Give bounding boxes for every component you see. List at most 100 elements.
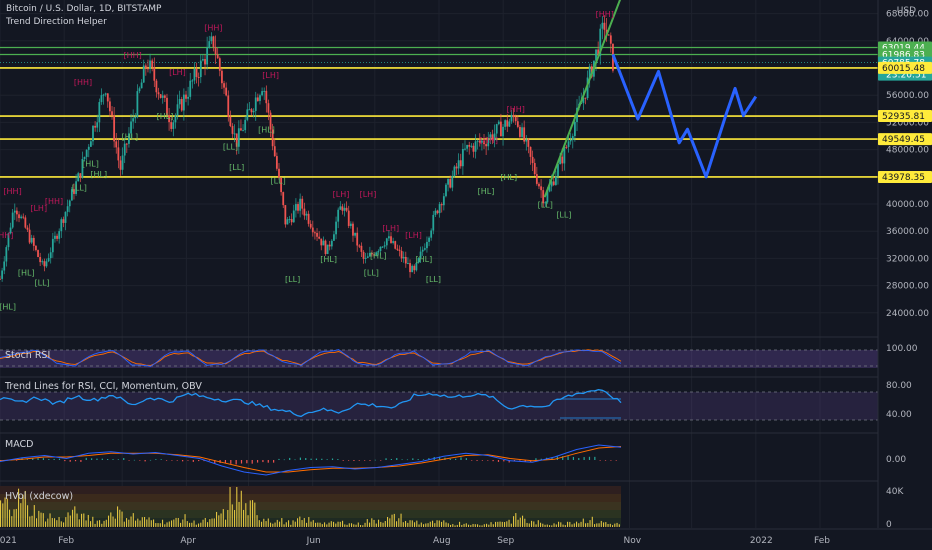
hvol-bar — [402, 522, 404, 527]
hvol-bar — [231, 504, 233, 527]
candle-body — [221, 70, 223, 84]
candle-body — [411, 265, 414, 273]
candle-body — [248, 109, 251, 111]
candle-body — [309, 223, 312, 228]
candle-body — [47, 258, 50, 262]
pane-title: Stoch RSI — [5, 350, 50, 361]
candle-body — [218, 58, 221, 71]
candle-body — [210, 36, 213, 42]
swing-label: [LL] — [426, 275, 441, 284]
candle-body — [180, 99, 183, 111]
hvol-bar — [312, 520, 314, 527]
hvol-bar — [456, 524, 458, 527]
candle-body — [56, 235, 58, 239]
hvol-bar — [283, 524, 285, 527]
candle-body — [273, 146, 276, 157]
macd-histogram-bar — [117, 459, 119, 460]
hvol-bar — [78, 519, 80, 527]
candle-body — [28, 229, 31, 243]
swing-label: [LH] — [333, 190, 350, 199]
macd-histogram-bar — [176, 460, 178, 461]
macd-histogram-bar — [610, 460, 612, 461]
candle-body — [157, 92, 160, 95]
swing-label: [LL] — [556, 211, 571, 220]
macd-histogram-bar — [503, 460, 505, 462]
candle-body — [176, 104, 179, 116]
hvol-bar — [387, 516, 389, 527]
candle-body — [358, 245, 361, 247]
hvol-bar — [519, 517, 521, 527]
candle-body — [497, 121, 500, 125]
candle-body — [453, 166, 456, 176]
candle-body — [60, 219, 63, 232]
candle-body — [388, 236, 390, 239]
candle-body — [87, 146, 90, 150]
candle-body — [314, 232, 316, 234]
hvol-bar — [393, 513, 395, 527]
hvol-bar — [27, 505, 29, 527]
hvol-bar — [468, 524, 470, 527]
candle-body — [333, 234, 335, 241]
hvol-bar — [272, 523, 274, 527]
swing-label: [LL] — [72, 183, 87, 192]
hvol-bar — [198, 523, 200, 527]
macd-histogram-bar — [406, 459, 409, 461]
candle-body — [113, 115, 116, 142]
hvol-bar — [191, 522, 193, 527]
candle-body — [265, 90, 268, 104]
candle-body — [538, 183, 540, 187]
macd-histogram-bar — [182, 460, 184, 462]
swing-label: [HL] — [18, 268, 35, 277]
macd-histogram-bar — [149, 459, 152, 461]
hvol-bar — [285, 522, 287, 527]
hvol-bar — [546, 524, 548, 527]
hvol-bar — [612, 525, 614, 527]
hvol-bar — [317, 522, 319, 527]
candle-body — [508, 121, 511, 127]
candle-body — [172, 122, 175, 129]
candle-body — [436, 210, 439, 214]
candle-body — [299, 198, 302, 211]
candle-body — [445, 184, 447, 197]
candle-body — [415, 262, 418, 271]
hvol-bar — [157, 523, 159, 527]
level-label: 43978.35 — [882, 173, 925, 183]
indicator-tick-label: 40K — [886, 487, 904, 497]
candle-body — [398, 249, 401, 251]
macd-histogram-bar — [374, 459, 376, 461]
hvol-bar — [76, 513, 78, 527]
candle-body — [609, 35, 612, 44]
swing-label: [HH] — [0, 231, 13, 240]
macd-histogram-bar — [353, 460, 355, 461]
macd-histogram-bar — [283, 459, 285, 461]
hvol-bar — [549, 525, 551, 527]
candle-body — [474, 141, 477, 152]
hvol-bar — [348, 523, 350, 527]
candle-body — [356, 232, 359, 246]
macd-histogram-bar — [342, 460, 344, 461]
candle-body — [256, 97, 259, 101]
time-tick-label: 2021 — [0, 536, 17, 546]
swing-label: [LH] — [405, 231, 422, 240]
macd-histogram-bar — [53, 458, 55, 460]
candle-body — [383, 245, 386, 247]
hvol-bar — [146, 519, 148, 527]
hvol-bar — [438, 520, 440, 527]
candle-body — [603, 22, 606, 30]
hvol-bar — [49, 513, 51, 527]
time-tick-label: 2022 — [750, 536, 773, 546]
price-tick-label: 40000.00 — [886, 200, 929, 210]
hvol-bar — [490, 522, 492, 527]
candle-body — [472, 145, 475, 152]
macd-histogram-bar — [369, 460, 371, 461]
macd-histogram-bar — [513, 460, 516, 461]
candle-body — [510, 114, 513, 122]
hvol-bar — [256, 515, 258, 527]
candle-body — [66, 206, 69, 212]
candle-body — [552, 181, 555, 185]
swing-label: [HL] — [90, 170, 107, 179]
candle-body — [174, 115, 177, 123]
macd-histogram-bar — [396, 458, 398, 460]
trading-chart[interactable]: [HH][HL][HH][HL][LL][LH][HH][HH][HH][HL]… — [0, 0, 932, 550]
macd-histogram-bar — [465, 458, 467, 460]
